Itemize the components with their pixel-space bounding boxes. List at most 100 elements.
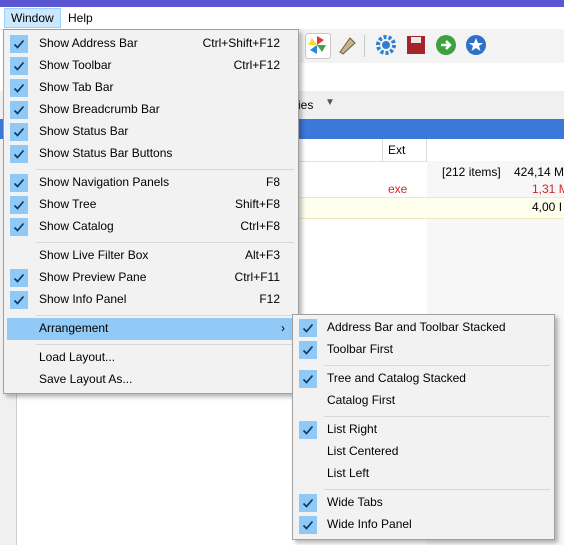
menu-item-show-live-filter-box[interactable]: Show Live Filter Box Alt+F3: [7, 245, 295, 267]
submenu-arrow-icon: ›: [281, 321, 285, 335]
menu-item-label: Show Navigation Panels: [39, 175, 170, 189]
checkmark-icon: [299, 370, 317, 388]
gear-icon[interactable]: [374, 33, 398, 57]
menu-item-label: Save Layout As...: [39, 372, 133, 386]
row-size: 1,31 M: [532, 182, 564, 196]
menu-item-save-layout-as[interactable]: Save Layout As...: [7, 369, 295, 391]
checkmark-icon: [299, 516, 317, 534]
menu-item-label: Show Live Filter Box: [39, 248, 149, 262]
menu-item-show-breadcrumb-bar[interactable]: Show Breadcrumb Bar: [7, 99, 295, 121]
menu-item-label: Show Toolbar: [39, 58, 112, 72]
go-arrow-icon[interactable]: [434, 33, 458, 57]
menu-item-label: Toolbar First: [327, 342, 394, 356]
menu-item-show-toolbar[interactable]: Show Toolbar Ctrl+F12: [7, 55, 295, 77]
menu-item-label: Show Status Bar: [39, 124, 129, 138]
menu-item-wide-info-panel[interactable]: Wide Info Panel: [296, 514, 551, 536]
checkmark-icon: [10, 174, 28, 192]
menu-item-label: Show Info Panel: [39, 292, 127, 306]
checkmark-icon: [299, 494, 317, 512]
pin-icon[interactable]: [335, 33, 359, 57]
menu-item-shortcut: Ctrl+F8: [240, 219, 280, 233]
menu-item-label: Arrangement: [39, 321, 109, 335]
menu-item-shortcut: F12: [259, 292, 280, 306]
summary-size: 424,14 M: [514, 165, 564, 179]
menu-item-label: Show Tree: [39, 197, 97, 211]
menu-item-address-bar-toolbar-stacked[interactable]: Address Bar and Toolbar Stacked: [296, 317, 551, 339]
checkmark-icon: [10, 101, 28, 119]
menu-item-list-centered[interactable]: List Centered: [296, 441, 551, 463]
menu-item-label: Show Breadcrumb Bar: [39, 102, 160, 116]
toolbar: [300, 29, 564, 63]
menu-item-label: Load Layout...: [39, 350, 116, 364]
menu-separator: [324, 489, 550, 490]
menu-help[interactable]: Help: [62, 9, 99, 27]
column-separator: [426, 139, 427, 161]
save-icon[interactable]: [404, 33, 428, 57]
menu-separator: [36, 344, 294, 345]
menu-item-label: Address Bar and Toolbar Stacked: [327, 320, 506, 334]
menu-item-label: Show Catalog: [39, 219, 114, 233]
menu-item-show-address-bar[interactable]: Show Address Bar Ctrl+Shift+F12: [7, 33, 295, 55]
menu-item-shortcut: F8: [265, 175, 280, 189]
menu-item-toolbar-first[interactable]: Toolbar First: [296, 339, 551, 361]
summary-count: [212 items]: [442, 165, 501, 179]
menu-item-shortcut: Ctrl+F12: [233, 58, 280, 72]
menu-item-label: Show Status Bar Buttons: [39, 146, 173, 160]
tab-dropdown-icon[interactable]: ▼: [325, 97, 335, 108]
menu-item-show-info-panel[interactable]: Show Info Panel F12: [7, 289, 295, 311]
title-strip: [0, 0, 564, 7]
menu-item-tree-catalog-stacked[interactable]: Tree and Catalog Stacked: [296, 368, 551, 390]
menu-item-show-status-bar[interactable]: Show Status Bar: [7, 121, 295, 143]
menu-item-wide-tabs[interactable]: Wide Tabs: [296, 492, 551, 514]
menu-bar: Window Help: [0, 7, 564, 30]
menu-item-label: List Left: [327, 466, 370, 480]
checkmark-icon: [10, 57, 28, 75]
menu-item-list-right[interactable]: List Right: [296, 419, 551, 441]
menu-item-list-left[interactable]: List Left: [296, 463, 551, 485]
menu-item-label: Show Tab Bar: [39, 80, 114, 94]
menu-item-label: Show Preview Pane: [39, 270, 147, 284]
checkmark-icon: [10, 269, 28, 287]
checkmark-icon: [10, 291, 28, 309]
menu-item-show-tree[interactable]: Show Tree Shift+F8: [7, 194, 295, 216]
menu-item-shortcut: Alt+F3: [244, 248, 280, 262]
checkmark-icon: [299, 319, 317, 337]
menu-item-show-tab-bar[interactable]: Show Tab Bar: [7, 77, 295, 99]
menu-item-label: List Right: [327, 422, 378, 436]
menu-item-load-layout[interactable]: Load Layout...: [7, 347, 295, 369]
menu-item-show-status-bar-buttons[interactable]: Show Status Bar Buttons: [7, 143, 295, 165]
menu-separator: [36, 169, 294, 170]
pinwheel-icon[interactable]: [305, 33, 331, 59]
menu-item-shortcut: Ctrl+F11: [234, 270, 280, 284]
menu-separator: [36, 315, 294, 316]
menu-item-show-navigation-panels[interactable]: Show Navigation Panels F8: [7, 172, 295, 194]
menu-item-show-preview-pane[interactable]: Show Preview Pane Ctrl+F11: [7, 267, 295, 289]
checkmark-icon: [10, 79, 28, 97]
checkmark-icon: [10, 145, 28, 163]
menu-item-label: Wide Info Panel: [327, 517, 412, 531]
menu-separator: [324, 416, 550, 417]
window-menu: Show Address Bar Ctrl+Shift+F12 Show Too…: [3, 29, 299, 394]
checkmark-icon: [10, 218, 28, 236]
menu-separator: [36, 242, 294, 243]
menu-item-show-catalog[interactable]: Show Catalog Ctrl+F8: [7, 216, 295, 238]
menu-item-label: Wide Tabs: [327, 495, 383, 509]
menu-item-label: Tree and Catalog Stacked: [327, 371, 466, 385]
arrangement-submenu: Address Bar and Toolbar Stacked Toolbar …: [292, 314, 555, 540]
checkmark-icon: [299, 341, 317, 359]
menu-window[interactable]: Window: [4, 8, 61, 28]
menu-item-shortcut: Shift+F8: [234, 197, 280, 211]
menu-item-arrangement[interactable]: Arrangement ›: [7, 318, 295, 340]
menu-item-shortcut: Ctrl+Shift+F12: [202, 36, 280, 50]
tab-label-fragment[interactable]: ies: [298, 98, 313, 112]
column-separator: [382, 139, 383, 161]
checkmark-icon: [10, 123, 28, 141]
menu-separator: [324, 365, 550, 366]
checkmark-icon: [10, 196, 28, 214]
column-ext-header[interactable]: Ext: [388, 143, 405, 157]
menu-item-catalog-first[interactable]: Catalog First: [296, 390, 551, 412]
row-size: 4,00 I: [532, 200, 563, 214]
menu-item-label: Show Address Bar: [39, 36, 138, 50]
checkmark-icon: [10, 35, 28, 53]
star-icon[interactable]: [464, 33, 488, 57]
